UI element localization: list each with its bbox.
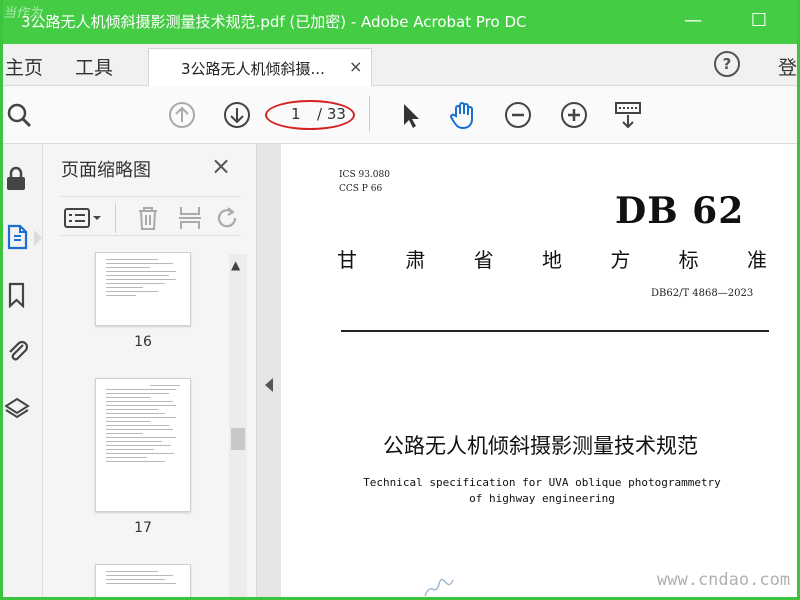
zoom-icon[interactable] bbox=[3, 100, 33, 130]
minimize-button[interactable]: — bbox=[679, 8, 707, 36]
document-title-en-line2: of highway engineering bbox=[469, 492, 615, 505]
login-link[interactable]: 登 bbox=[778, 53, 797, 80]
page-highlight-ellipse bbox=[265, 100, 355, 130]
thumbnail-toolbar-divider bbox=[115, 203, 116, 233]
rail-selection-notch bbox=[34, 230, 42, 246]
panel-title: 页面缩略图 bbox=[61, 160, 151, 181]
document-tab[interactable]: 3公路无人机倾斜摄... × bbox=[148, 48, 372, 86]
ccs-code: CCS P 66 bbox=[339, 184, 383, 194]
split-icon[interactable] bbox=[177, 205, 203, 231]
db-code: DB 62 bbox=[615, 190, 745, 232]
thumbnail-page-16[interactable] bbox=[95, 252, 191, 326]
thumbnail-label: 16 bbox=[134, 334, 152, 350]
page-up-icon[interactable] bbox=[167, 100, 197, 130]
app-window: 当作为 3公路无人机倾斜摄影测量技术规范.pdf (已加密) - Adobe A… bbox=[0, 0, 800, 600]
thumbnail-label: 17 bbox=[134, 520, 152, 536]
tab-bar: 主页 工具 3公路无人机倾斜摄... × ? 登 bbox=[3, 44, 797, 86]
attachment-icon[interactable] bbox=[5, 338, 31, 364]
document-title-en-line1: Technical specification for UVA oblique … bbox=[363, 476, 721, 489]
thumbnail-page-18[interactable] bbox=[95, 564, 191, 597]
document-tab-label: 3公路无人机倾斜摄... bbox=[181, 60, 325, 78]
menu-home[interactable]: 主页 bbox=[5, 53, 43, 80]
thumbnail-toolbar bbox=[61, 196, 241, 236]
header-rule bbox=[341, 330, 769, 332]
region-char: 地 bbox=[541, 248, 562, 272]
ics-ccs-codes: ICS 93.080 CCS P 66 bbox=[339, 168, 390, 196]
thumbnail-text-lines bbox=[106, 385, 180, 465]
window-title: 3公路无人机倾斜摄影测量技术规范.pdf (已加密) - Adobe Acrob… bbox=[21, 13, 527, 31]
thumbnail-text-lines bbox=[106, 259, 180, 299]
page-thumbnails-icon[interactable] bbox=[5, 224, 31, 250]
zoom-out-icon[interactable] bbox=[503, 100, 533, 130]
hand-icon[interactable] bbox=[448, 100, 478, 130]
thumbnail-scrollbar[interactable]: ▲ bbox=[229, 254, 247, 597]
region-char: 准 bbox=[746, 248, 767, 272]
maximize-button[interactable]: ☐ bbox=[745, 8, 773, 36]
page-down-icon[interactable] bbox=[222, 100, 252, 130]
signature-mark bbox=[424, 578, 454, 597]
toolbar-divider bbox=[369, 96, 370, 132]
region-char: 肃 bbox=[405, 248, 426, 272]
region-char: 省 bbox=[473, 248, 494, 272]
scroll-up-arrow[interactable]: ▲ bbox=[231, 258, 240, 272]
document-title-cn: 公路无人机倾斜摄影测量技术规范 bbox=[383, 434, 698, 458]
navigation-rail bbox=[3, 144, 43, 597]
thumbnail-list: 16 17 bbox=[43, 252, 257, 597]
thumbnails-panel: 页面缩略图 × 16 17 ▲ bbox=[43, 144, 257, 597]
main-toolbar: 1 / 33 bbox=[3, 86, 797, 144]
delete-icon[interactable] bbox=[135, 205, 161, 231]
ics-code: ICS 93.080 bbox=[339, 170, 390, 180]
region-char: 标 bbox=[678, 248, 699, 272]
help-icon[interactable]: ? bbox=[714, 51, 740, 77]
scroll-thumb[interactable] bbox=[231, 428, 245, 450]
bookmark-icon[interactable] bbox=[5, 282, 31, 308]
region-char: 方 bbox=[610, 248, 631, 272]
marquee-zoom-icon[interactable] bbox=[613, 100, 643, 130]
zoom-in-icon[interactable] bbox=[559, 100, 589, 130]
layers-icon[interactable] bbox=[5, 396, 31, 422]
thumbnail-options-icon[interactable] bbox=[63, 205, 103, 231]
menu-tools[interactable]: 工具 bbox=[75, 53, 113, 80]
document-view: ICS 93.080 CCS P 66 DB 62 甘 肃 省 地 方 标 准 … bbox=[257, 144, 797, 597]
region-standard-heading: 甘 肃 省 地 方 标 准 bbox=[337, 244, 767, 273]
pdf-page: ICS 93.080 CCS P 66 DB 62 甘 肃 省 地 方 标 准 … bbox=[281, 144, 797, 597]
region-char: 甘 bbox=[337, 248, 357, 272]
lock-icon[interactable] bbox=[5, 166, 31, 192]
collapse-panel-arrow[interactable] bbox=[265, 378, 273, 392]
panel-close-button[interactable]: × bbox=[211, 152, 231, 180]
rotate-icon[interactable] bbox=[215, 205, 241, 231]
title-bar: 当作为 3公路无人机倾斜摄影测量技术规范.pdf (已加密) - Adobe A… bbox=[3, 0, 797, 44]
thumbnail-text-lines bbox=[106, 571, 180, 587]
site-watermark: www.cndao.com bbox=[657, 570, 791, 590]
thumbnail-page-17[interactable] bbox=[95, 378, 191, 512]
standard-number: DB62/T 4868—2023 bbox=[651, 288, 754, 299]
document-tab-close-button[interactable]: × bbox=[349, 57, 362, 76]
select-arrow-icon[interactable] bbox=[395, 100, 425, 130]
